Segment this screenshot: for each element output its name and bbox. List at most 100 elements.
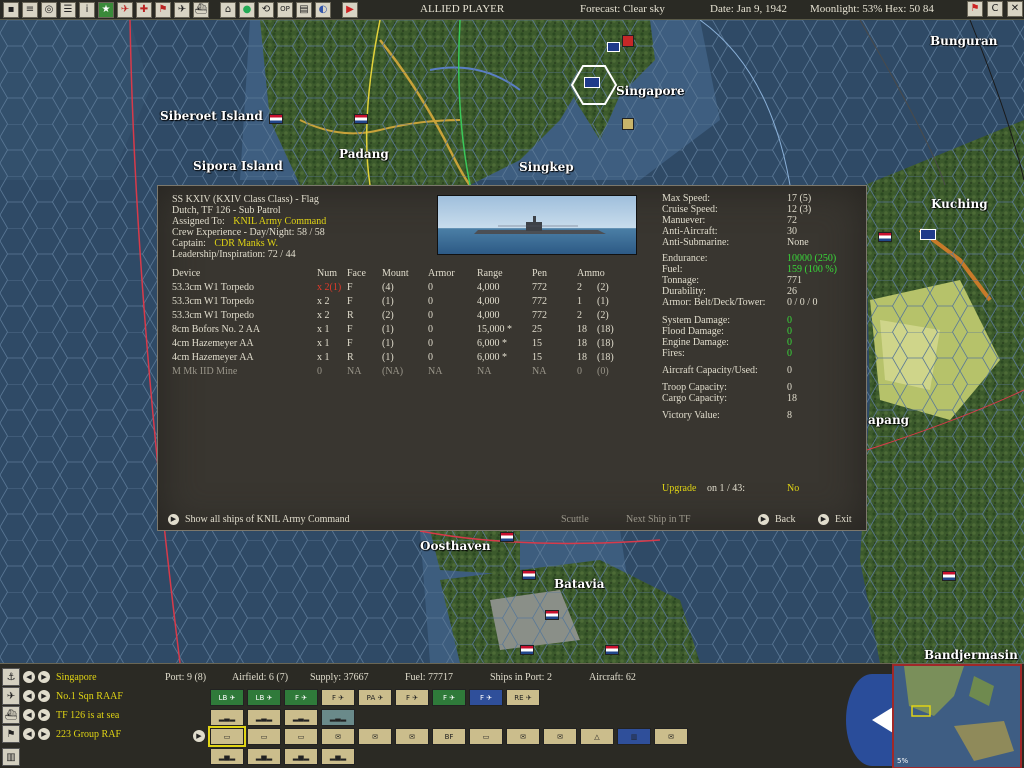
ground-unit-counter[interactable]: BF	[432, 728, 466, 745]
back-button[interactable]: ▶ Back	[758, 514, 796, 526]
air-unit-counter[interactable]: LB ✈	[247, 689, 281, 706]
ship-counter[interactable]: ▂▃▂	[321, 709, 355, 726]
air-unit-counter[interactable]: F ✈	[469, 689, 503, 706]
target-button[interactable]: ◎	[41, 1, 57, 18]
minimap[interactable]: 5%	[892, 664, 1022, 768]
ground-unit-counter[interactable]: ✉	[543, 728, 577, 745]
tf-button[interactable]: ✚	[136, 1, 152, 18]
air-unit-counter[interactable]: F ✈	[432, 689, 466, 706]
dutch-flag-icon[interactable]	[520, 645, 534, 655]
c-button[interactable]: C	[987, 1, 1003, 17]
globe-button[interactable]: ●	[239, 1, 255, 18]
ship-button[interactable]: ⛴	[193, 1, 209, 18]
upgrade-button[interactable]: Upgrade	[662, 483, 696, 494]
ops-button[interactable]: OP	[277, 1, 293, 18]
ground-unit-counter[interactable]: ▥	[617, 728, 651, 745]
base-name[interactable]: Singapore	[56, 672, 97, 683]
air-unit-row[interactable]: ✈ ◀ ▶ No.1 Sqn RAAF	[0, 687, 123, 705]
scuttle-button[interactable]: Scuttle	[561, 514, 589, 525]
ground-unit-counter[interactable]: △	[580, 728, 614, 745]
flag-toggle-button[interactable]: ⚑	[967, 1, 983, 17]
aircraft-button[interactable]: ✈	[117, 1, 133, 18]
ground-unit-counter[interactable]: ▭	[284, 728, 318, 745]
ground-unit-counter[interactable]: ▭	[208, 726, 246, 747]
next-arrow-icon[interactable]: ▶	[38, 671, 50, 683]
task-force-name[interactable]: TF 126 is at sea	[56, 710, 119, 721]
air-unit-name[interactable]: No.1 Sqn RAAF	[56, 691, 123, 702]
ground-unit-counter[interactable]: ✉	[395, 728, 429, 745]
end-turn-button[interactable]: ▶	[342, 1, 358, 18]
air-unit-counter[interactable]: F ✈	[395, 689, 429, 706]
ground-unit-counter[interactable]: ✉	[358, 728, 392, 745]
support-unit-counter[interactable]: ▂▅▂	[284, 748, 318, 765]
prev-arrow-icon[interactable]: ◀	[23, 690, 35, 702]
col-ammo: Ammo	[577, 268, 605, 279]
book-icon[interactable]: ▥	[2, 748, 20, 766]
support-unit-counter[interactable]: ▂▅▂	[321, 748, 355, 765]
air-unit-counter[interactable]: F ✈	[284, 689, 318, 706]
next-arrow-icon[interactable]: ▶	[38, 690, 50, 702]
ground-unit-counter[interactable]: ✉	[654, 728, 688, 745]
ground-unit-counter[interactable]: ▭	[247, 728, 281, 745]
air-unit-counter[interactable]: RE ✈	[506, 689, 540, 706]
list-button[interactable]: ☰	[60, 1, 76, 18]
dutch-flag-icon[interactable]	[605, 645, 619, 655]
air-unit-counter[interactable]: LB ✈	[210, 689, 244, 706]
hex-label: Hex: 50 84	[885, 3, 934, 15]
ship-counter[interactable]: ▂▃▂	[210, 709, 244, 726]
british-flag-icon[interactable]	[607, 42, 620, 52]
star-button[interactable]: ★	[98, 1, 114, 18]
prev-arrow-icon[interactable]: ◀	[23, 728, 35, 740]
air-unit-counter[interactable]: PA ✈	[358, 689, 392, 706]
flag-button[interactable]: ⚑	[155, 1, 171, 18]
dutch-flag-icon[interactable]	[545, 610, 559, 620]
ship-counter[interactable]: ▂▃▂	[247, 709, 281, 726]
airfield-button[interactable]: ✈	[174, 1, 190, 18]
prev-arrow-icon[interactable]: ◀	[23, 709, 35, 721]
hq-row[interactable]: ⚑ ◀ ▶ 223 Group RAF	[0, 725, 121, 743]
forecast-label: Forecast: Clear sky	[580, 3, 665, 15]
unit-counter-icon[interactable]	[622, 118, 634, 130]
crew-experience: Crew Experience - Day/Night: 58 / 58	[172, 227, 325, 238]
captain-link[interactable]: CDR Manks W.	[214, 238, 278, 249]
ground-button[interactable]: ⌂	[220, 1, 236, 18]
assigned-command-link[interactable]: KNIL Army Command	[233, 216, 326, 227]
mirror-button[interactable]: ◐	[315, 1, 331, 18]
support-unit-counter[interactable]: ▂▅▂	[210, 748, 244, 765]
next-ship-button[interactable]: Next Ship in TF	[626, 514, 691, 525]
dutch-flag-icon[interactable]	[269, 114, 283, 124]
dutch-flag-icon[interactable]	[942, 571, 956, 581]
ground-unit-counter[interactable]: ✉	[506, 728, 540, 745]
next-arrow-icon[interactable]: ▶	[38, 728, 50, 740]
device-cell-device: 8cm Bofors No. 2 AA	[172, 324, 261, 335]
ground-unit-counter[interactable]: ▭	[469, 728, 503, 745]
british-flag-icon[interactable]	[920, 229, 936, 240]
prev-arrow-icon[interactable]: ◀	[23, 671, 35, 683]
info-button[interactable]: i	[79, 1, 95, 18]
unit-counter-icon[interactable]	[622, 35, 634, 47]
chart-button[interactable]: ▤	[296, 1, 312, 18]
show-all-ships-button[interactable]: ▶ Show all ships of KNIL Army Command	[168, 514, 350, 526]
stat-label: System Damage:	[662, 315, 731, 326]
next-arrow-icon[interactable]: ▶	[38, 709, 50, 721]
british-flag-icon[interactable]	[584, 77, 600, 88]
ground-unit-counter[interactable]: ✉	[321, 728, 355, 745]
device-cell-face: F	[347, 338, 353, 349]
report-button[interactable]: ≡	[22, 1, 38, 18]
dutch-flag-icon[interactable]	[354, 114, 368, 124]
task-force-row[interactable]: ⛴ ◀ ▶ TF 126 is at sea	[0, 706, 119, 724]
dutch-flag-icon[interactable]	[500, 532, 514, 542]
menu-button[interactable]: ▪	[3, 1, 19, 18]
close-icon[interactable]: ✕	[1007, 1, 1023, 17]
dutch-flag-icon[interactable]	[878, 232, 892, 242]
air-unit-counter[interactable]: F ✈	[321, 689, 355, 706]
device-cell-device: 53.3cm W1 Torpedo	[172, 310, 254, 321]
support-unit-counter[interactable]: ▂▅▂	[247, 748, 281, 765]
dutch-flag-icon[interactable]	[522, 570, 536, 580]
cycle-button[interactable]: ⟲	[258, 1, 274, 18]
exit-button[interactable]: ▶ Exit	[818, 514, 852, 526]
hq-name[interactable]: 223 Group RAF	[56, 729, 121, 740]
expand-arrow-icon[interactable]: ▶	[193, 730, 205, 742]
ship-counter[interactable]: ▂▃▂	[284, 709, 318, 726]
base-row[interactable]: ⚓ ◀ ▶ Singapore	[0, 668, 97, 686]
